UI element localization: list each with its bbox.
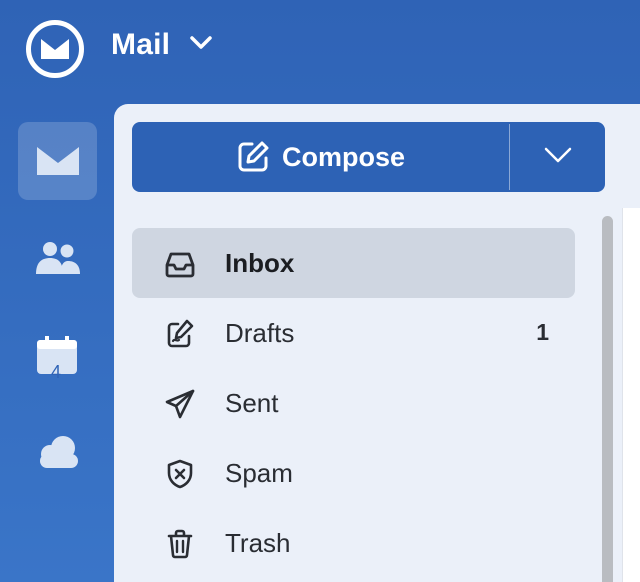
inbox-icon (165, 252, 195, 278)
rail-mail[interactable] (18, 122, 97, 200)
compose-label: Compose (281, 141, 406, 172)
mail-logo-icon[interactable] (26, 20, 84, 78)
compose-button[interactable]: Compose (132, 122, 509, 192)
app-title[interactable]: Mail (111, 28, 170, 62)
folder-label: Inbox (225, 248, 295, 278)
draft-icon (167, 319, 194, 348)
mail-sidebar-panel: Compose Inbox Drafts 1 Sent Spam Trash (114, 104, 640, 582)
calendar-day: 4 (51, 362, 62, 382)
chevron-down-icon[interactable] (190, 36, 212, 50)
edit-icon (238, 141, 269, 172)
rail-cloud[interactable] (18, 414, 97, 492)
compose-options-button[interactable] (510, 122, 605, 192)
trash-icon (167, 529, 193, 559)
folder-drafts[interactable]: Drafts 1 (132, 298, 575, 368)
folder-label: Spam (225, 458, 293, 488)
folder-spam[interactable]: Spam (132, 438, 575, 508)
compose-button-group: Compose (132, 122, 605, 192)
folder-label: Drafts (225, 318, 295, 348)
folder-label: Trash (225, 528, 291, 558)
folder-count: 1 (536, 319, 549, 345)
spam-shield-icon (167, 459, 193, 489)
message-list-edge (622, 208, 640, 582)
folder-list-scrollbar[interactable] (602, 216, 613, 582)
app-header: Mail (0, 0, 640, 100)
rail-contacts[interactable] (18, 220, 97, 298)
send-icon (165, 389, 195, 419)
cloud-icon (40, 436, 78, 468)
folder-inbox[interactable]: Inbox (132, 228, 575, 298)
rail-calendar[interactable]: 4 (18, 316, 97, 394)
folder-sent[interactable]: Sent (132, 368, 575, 438)
folder-trash[interactable]: Trash (132, 508, 575, 578)
mail-icon (37, 147, 79, 175)
folder-label: Sent (225, 388, 279, 418)
chevron-down-icon (544, 147, 572, 163)
contacts-icon (36, 242, 80, 274)
